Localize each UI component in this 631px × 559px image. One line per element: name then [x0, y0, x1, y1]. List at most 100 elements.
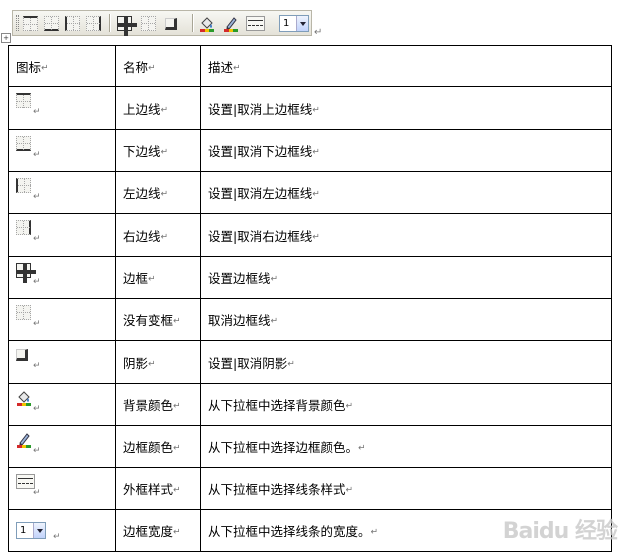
paragraph-mark: ↵ — [53, 532, 61, 542]
icon-cell: ↵ — [8, 171, 116, 214]
border-width-value: 1 — [283, 18, 290, 29]
table-row: ↵ 左边线↵ 设置|取消左边框线↵ — [8, 171, 612, 214]
item-description: 从下拉框中选择边框颜色。 — [208, 440, 359, 455]
chevron-down-icon[interactable] — [296, 16, 308, 31]
paragraph-mark: ↵ — [287, 359, 295, 369]
top-border-icon[interactable] — [23, 16, 38, 31]
header-icon-cell: 图标↵ — [8, 45, 116, 87]
paragraph-mark: ↵ — [270, 274, 279, 285]
description-cell: 设置|取消上边框线↵ — [200, 86, 612, 130]
paragraph-mark: ↵ — [312, 147, 320, 158]
paragraph-mark: ↵ — [33, 277, 41, 287]
item-name: 下边线 — [123, 144, 161, 159]
icon-cell: ↵ — [8, 213, 116, 257]
table-row: ↵ 阴影↵ 设置|取消阴影↵ — [8, 340, 612, 384]
right-border-icon[interactable] — [86, 16, 101, 31]
item-description: 设置|取消下边框线 — [208, 144, 313, 159]
name-cell: 背景颜色↵ — [115, 383, 201, 426]
item-description: 设置|取消阴影 — [208, 355, 288, 371]
paragraph-mark: ↵ — [160, 232, 169, 242]
header-name-cell: 名称↵ — [115, 45, 201, 87]
paragraph-mark: ↵ — [33, 361, 41, 371]
paragraph-mark: ↵ — [33, 150, 41, 160]
outside-borders-icon — [16, 263, 36, 283]
item-description: 设置|取消左边框线 — [208, 186, 313, 201]
toolbar-separator — [109, 14, 110, 32]
paragraph-mark: ↵ — [33, 192, 41, 202]
border-color-icon — [16, 432, 32, 448]
paragraph-mark: ↵ — [312, 232, 320, 242]
paragraph-mark: ↵ — [345, 401, 354, 412]
paragraph-mark: ↵ — [148, 274, 156, 285]
chevron-down-icon[interactable] — [33, 523, 45, 538]
icon-cell: ↵ — [8, 425, 116, 468]
header-label: 图标 — [16, 59, 42, 75]
border-width-dropdown: 1 — [16, 522, 52, 539]
paragraph-mark: ↵ — [148, 63, 156, 73]
border-color-icon[interactable] — [223, 16, 238, 32]
description-cell: 设置边框线↵ — [200, 256, 612, 299]
table-row: ↵ 背景颜色↵ 从下拉框中选择背景颜色↵ — [8, 383, 612, 426]
paragraph-mark: ↵ — [33, 446, 41, 456]
no-border-icon[interactable] — [141, 16, 156, 31]
watermark: Baidu 经验 — [502, 519, 618, 544]
item-name: 右边线 — [123, 228, 161, 244]
toolbar-separator — [192, 14, 193, 32]
item-description: 设置边框线 — [208, 271, 271, 286]
toolbar-grip[interactable] — [16, 15, 19, 31]
item-name: 边框颜色 — [123, 440, 174, 455]
border-width-dropdown[interactable]: 1 — [279, 15, 309, 32]
paragraph-mark: ↵ — [233, 63, 241, 73]
table-row: ↵ 下边线↵ 设置|取消下边框线↵ — [8, 129, 612, 172]
shadow-icon[interactable] — [165, 18, 177, 30]
paragraph-mark: ↵ — [173, 443, 181, 454]
item-description: 设置|取消上边框线 — [208, 101, 313, 117]
table-row: ↵ 右边线↵ 设置|取消右边框线↵ — [8, 213, 612, 257]
description-cell: 从下拉框中选择边框颜色。↵ — [200, 425, 612, 468]
name-cell: 右边线↵ — [115, 213, 201, 257]
paragraph-mark: ↵ — [33, 404, 41, 414]
header-label: 名称 — [123, 59, 149, 75]
item-description: 从下拉框中选择线条样式 — [208, 482, 346, 497]
border-style-icon — [16, 474, 35, 490]
outside-borders-icon[interactable] — [117, 16, 137, 36]
shading-color-icon — [16, 390, 32, 406]
table-move-handle-icon[interactable]: + — [1, 33, 11, 43]
paragraph-mark: ↵ — [358, 443, 366, 454]
paragraph-mark: ↵ — [312, 105, 320, 115]
item-name: 阴影 — [123, 355, 149, 371]
item-name: 左边线 — [123, 186, 161, 201]
top-border-icon — [16, 93, 32, 109]
bottom-border-icon[interactable] — [44, 16, 59, 31]
name-cell: 上边线↵ — [115, 86, 201, 130]
paragraph-mark: ↵ — [370, 527, 379, 538]
description-cell: 设置|取消下边框线↵ — [200, 129, 612, 172]
item-description: 取消边框线 — [208, 313, 271, 328]
header-label: 描述 — [208, 59, 234, 75]
description-cell: 设置|取消右边框线↵ — [200, 213, 612, 257]
icon-cell: ↵ — [8, 383, 116, 426]
shadow-icon — [16, 347, 32, 363]
paragraph-mark: ↵ — [173, 485, 181, 496]
item-name: 没有变框 — [123, 313, 174, 328]
paragraph-mark: ↵ — [33, 107, 41, 117]
no-border-icon — [16, 305, 32, 321]
right-border-icon — [16, 220, 32, 236]
item-name: 上边线 — [123, 101, 161, 117]
left-border-icon[interactable] — [65, 16, 80, 31]
item-name: 边框 — [123, 271, 149, 286]
name-cell: 没有变框↵ — [115, 298, 201, 341]
paragraph-mark: ↵ — [173, 316, 181, 327]
item-description: 设置|取消右边框线 — [208, 228, 313, 244]
border-style-icon[interactable] — [246, 16, 265, 31]
left-border-icon — [16, 178, 32, 194]
bottom-border-icon — [16, 136, 32, 152]
table-row: ↵ 边框↵ 设置边框线↵ — [8, 256, 612, 299]
paragraph-mark: ↵ — [33, 488, 41, 498]
icon-cell: 1 ↵ — [8, 509, 116, 552]
paragraph-mark: ↵ — [160, 147, 169, 158]
paragraph-mark: ↵ — [33, 234, 41, 244]
shading-color-icon[interactable] — [199, 16, 214, 32]
table-row: ↵ 没有变框↵ 取消边框线↵ — [8, 298, 612, 341]
paragraph-mark: ↵ — [33, 319, 41, 329]
